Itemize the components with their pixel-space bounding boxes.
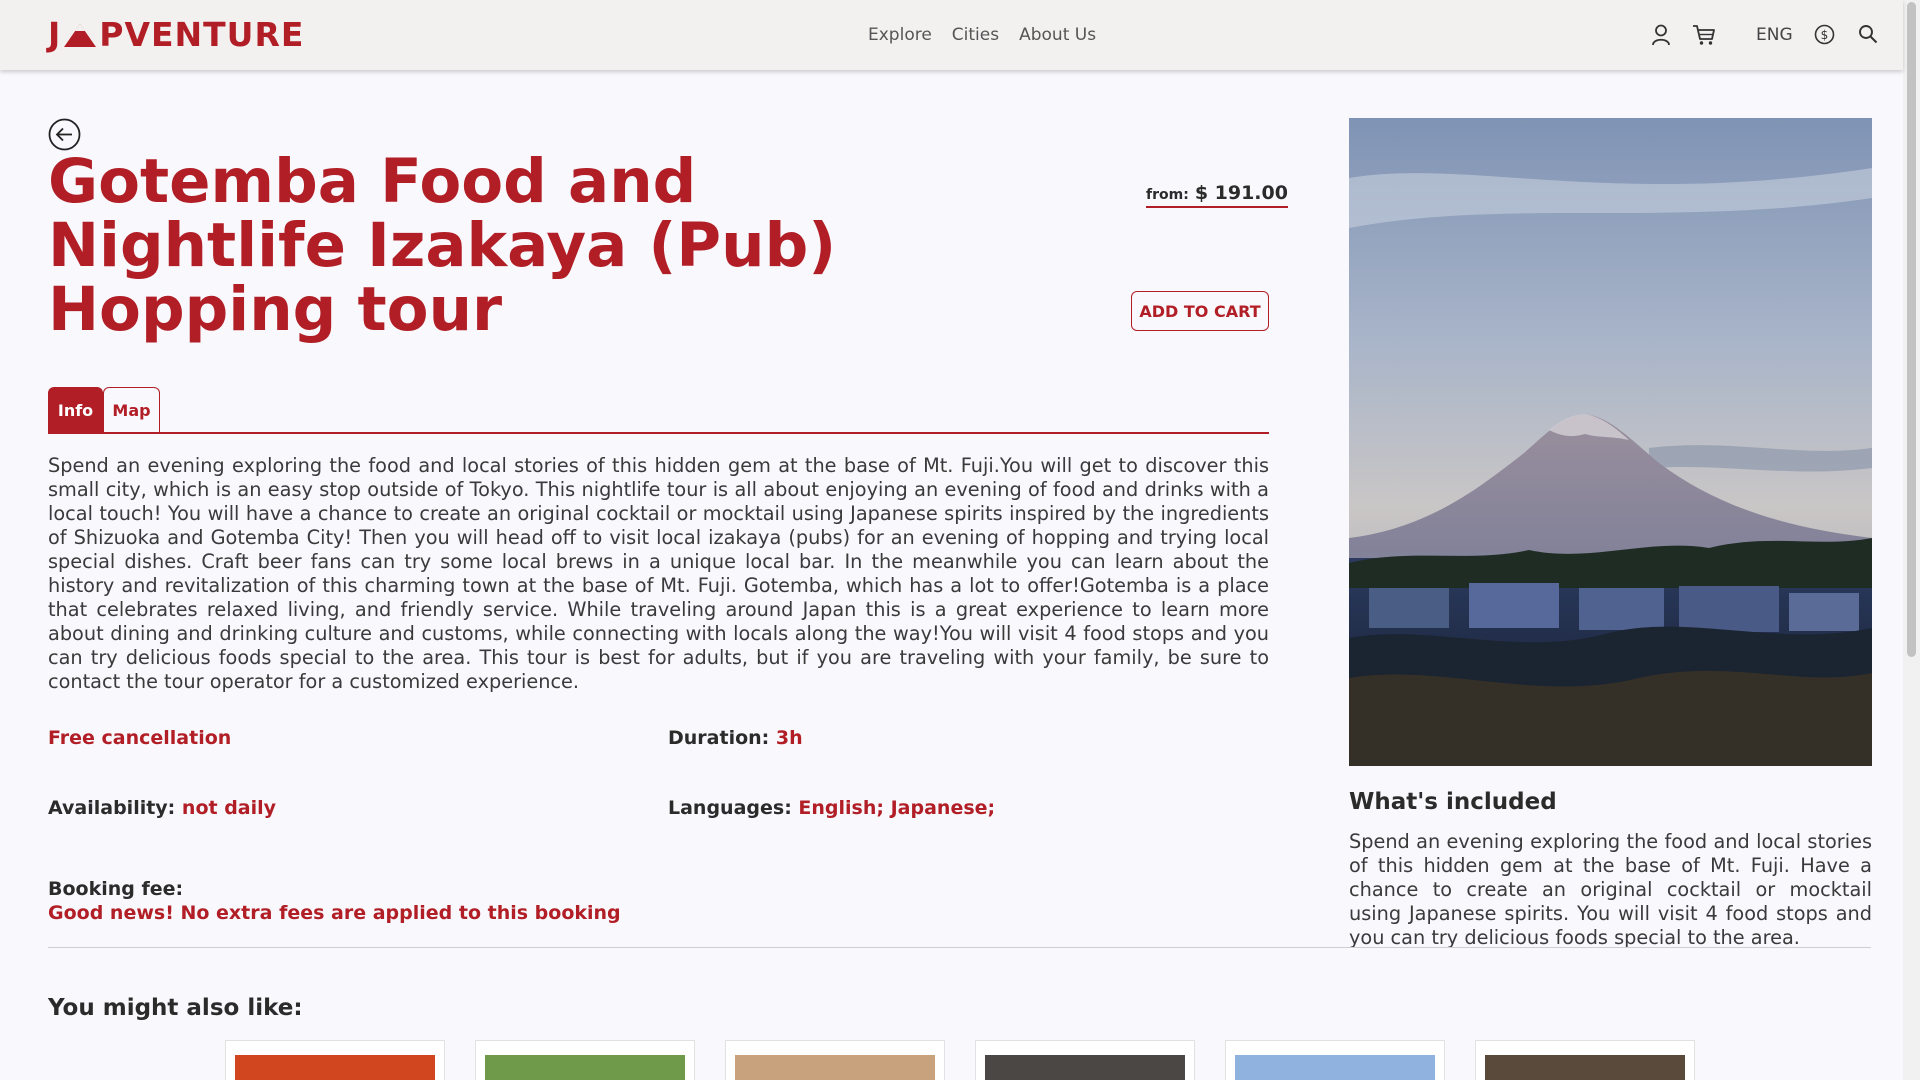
section-divider: [48, 947, 1871, 948]
booking-fee-label: Booking fee:: [48, 878, 184, 900]
suggestion-thumbnail: [1235, 1055, 1435, 1080]
svg-text:$: $: [1821, 28, 1829, 42]
logo-text-right: PVENTURE: [99, 15, 305, 54]
you-might-also-like-title: You might also like:: [48, 995, 303, 1021]
suggestion-card[interactable]: [1475, 1040, 1695, 1080]
suggestion-card[interactable]: [725, 1040, 945, 1080]
tab-info[interactable]: Info: [48, 387, 103, 433]
price-from-label: from:: [1146, 187, 1189, 203]
search-icon[interactable]: [1858, 24, 1878, 44]
nav-explore[interactable]: Explore: [868, 25, 932, 45]
language-selector[interactable]: ENG: [1756, 25, 1793, 45]
nav-about-us[interactable]: About Us: [1019, 25, 1096, 45]
tab-map[interactable]: Map: [103, 387, 160, 433]
duration-label: Duration:: [668, 727, 770, 749]
languages-value: English; Japanese;: [798, 797, 996, 819]
suggestion-card[interactable]: [225, 1040, 445, 1080]
duration-info: Duration: 3h: [668, 727, 803, 749]
tour-title: Gotemba Food and Nightlife Izakaya (Pub)…: [48, 146, 837, 345]
languages-label: Languages:: [668, 797, 792, 819]
currency-icon[interactable]: $: [1814, 24, 1835, 45]
mount-fuji-logo-icon: [64, 23, 97, 47]
nav-cities[interactable]: Cities: [952, 25, 999, 45]
price-display: from: $ 191.00: [1146, 182, 1288, 208]
suggestion-thumbnail: [485, 1055, 685, 1080]
main-nav: Explore Cities About Us: [868, 25, 1096, 45]
availability-label: Availability:: [48, 797, 176, 819]
suggestion-card[interactable]: [475, 1040, 695, 1080]
booking-fee-value: Good news! No extra fees are applied to …: [48, 902, 621, 924]
whats-included-title: What's included: [1349, 789, 1557, 815]
scrollbar-thumb[interactable]: [1907, 2, 1916, 657]
top-header: J PVENTURE Explore Cities About Us ENG $: [0, 0, 1903, 70]
free-cancellation-label: Free cancellation: [48, 727, 232, 749]
tour-tabs: Info Map: [48, 387, 160, 433]
logo-text-left: J: [48, 15, 62, 54]
suggestion-card[interactable]: [975, 1040, 1195, 1080]
price-value: $ 191.00: [1194, 182, 1288, 204]
tab-underline: [48, 432, 1269, 434]
availability-value: not daily: [181, 797, 277, 819]
whats-included-text: Spend an evening exploring the food and …: [1349, 830, 1872, 947]
add-to-cart-button[interactable]: ADD TO CART: [1131, 291, 1269, 331]
suggestion-thumbnail: [1485, 1055, 1685, 1080]
tour-hero-image: [1349, 118, 1872, 766]
languages-info: Languages: English; Japanese;: [668, 797, 995, 819]
suggestion-thumbnail: [985, 1055, 1185, 1080]
page-scrollbar[interactable]: [1903, 0, 1920, 1080]
availability-info: Availability: not daily: [48, 797, 276, 819]
user-icon[interactable]: [1651, 24, 1671, 46]
tour-description: Spend an evening exploring the food and …: [48, 454, 1269, 693]
mount-fuji-photo: [1349, 118, 1872, 766]
suggestion-card[interactable]: [1225, 1040, 1445, 1080]
duration-value: 3h: [775, 727, 803, 749]
cart-icon[interactable]: [1692, 24, 1716, 46]
suggestion-thumbnail: [735, 1055, 935, 1080]
brand-logo[interactable]: J PVENTURE: [48, 15, 304, 54]
suggestion-thumbnail: [235, 1055, 435, 1080]
